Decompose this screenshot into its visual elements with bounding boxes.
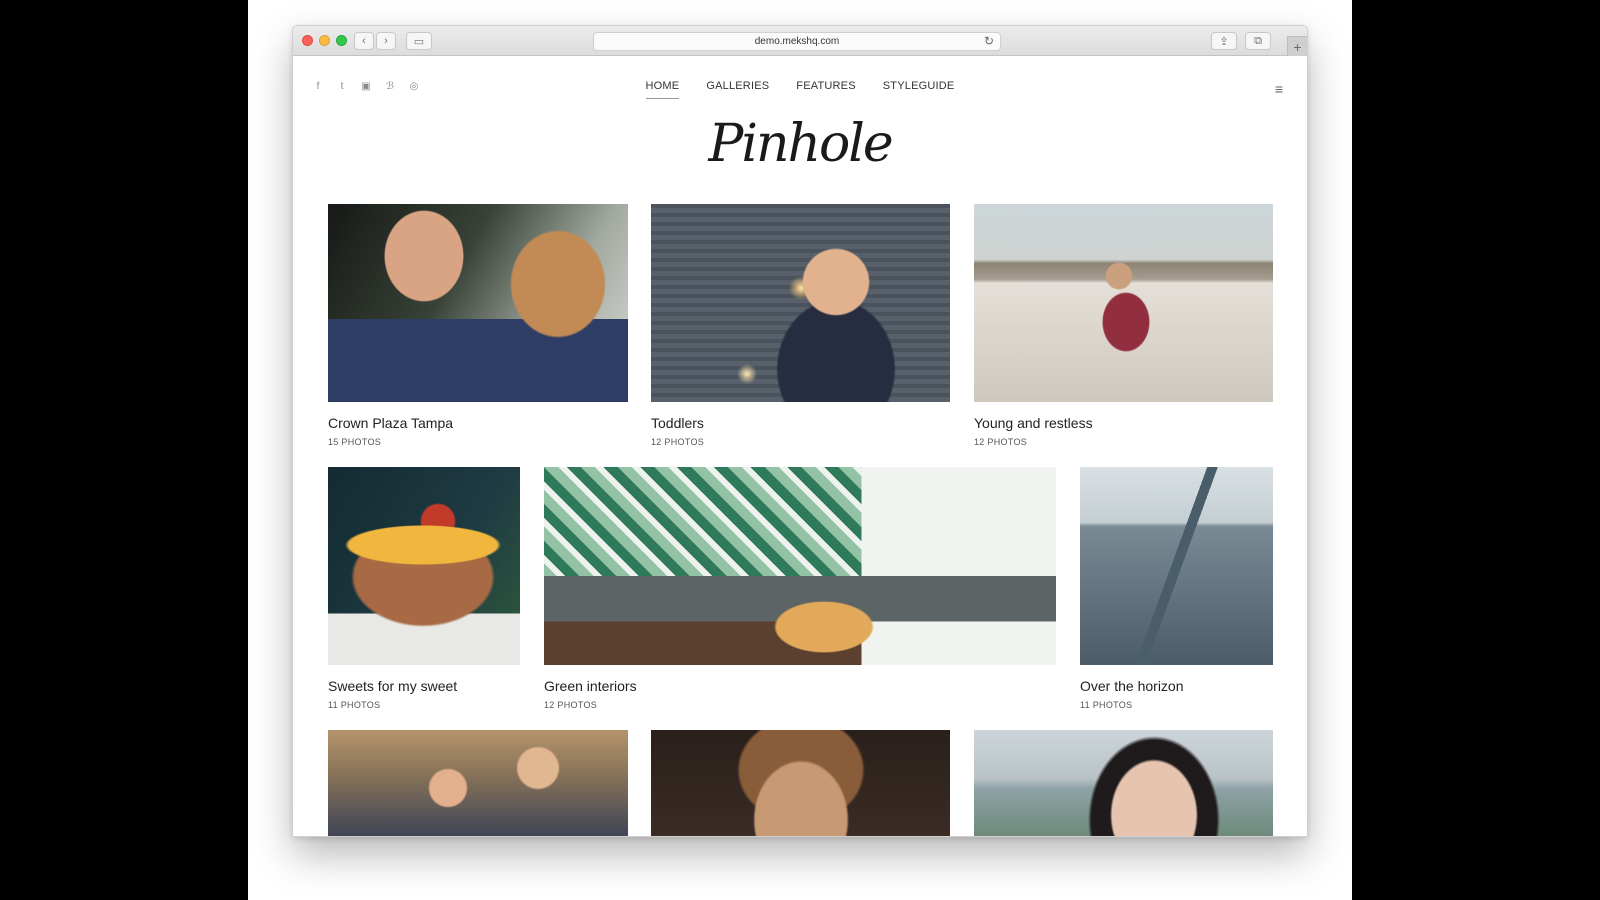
gallery-count: 11 PHOTOS (328, 700, 381, 710)
gallery-card[interactable]: Crown Plaza Tampa 15 PHOTOS (328, 204, 628, 447)
close-window-icon[interactable] (302, 35, 313, 46)
gallery-photo[interactable] (651, 204, 950, 402)
sidebar-icon: ▭ (413, 35, 425, 48)
nav-features[interactable]: FEATURES (796, 80, 855, 99)
gallery-photo[interactable] (328, 204, 628, 402)
tabs-button[interactable]: ⧉ (1245, 32, 1271, 50)
address-bar[interactable]: demo.mekshq.com ↻ (593, 32, 1001, 51)
nav-styleguide[interactable]: STYLEGUIDE (883, 80, 955, 99)
back-button[interactable]: ‹ (354, 32, 374, 50)
gallery-card[interactable] (651, 730, 950, 836)
main-nav: HOME GALLERIES FEATURES STYLEGUIDE (293, 80, 1307, 99)
forward-button[interactable]: › (376, 32, 396, 50)
gallery-count: 12 PHOTOS (544, 700, 598, 710)
browser-window: ‹ › ▭ demo.mekshq.com ↻ ⇪ ⧉ + f t ▣ ℬ ◎ … (292, 25, 1308, 837)
share-button[interactable]: ⇪ (1211, 32, 1237, 50)
gallery-photo[interactable] (328, 730, 628, 836)
gallery-photo[interactable] (651, 730, 950, 836)
reload-icon[interactable]: ↻ (984, 34, 994, 48)
new-tab-icon: + (1293, 38, 1302, 55)
gallery-card[interactable]: Toddlers 12 PHOTOS (651, 204, 950, 447)
back-icon: ‹ (362, 35, 366, 47)
window-controls (302, 35, 347, 46)
gallery-card[interactable] (974, 730, 1273, 836)
screen-background: ‹ › ▭ demo.mekshq.com ↻ ⇪ ⧉ + f t ▣ ℬ ◎ … (248, 0, 1352, 900)
gallery-count: 15 PHOTOS (328, 437, 382, 447)
gallery-card[interactable]: Sweets for my sweet 11 PHOTOS (328, 467, 520, 710)
gallery-photo[interactable] (544, 467, 1056, 665)
gallery-count: 12 PHOTOS (651, 437, 705, 447)
nav-home[interactable]: HOME (645, 80, 680, 99)
gallery-photo[interactable] (974, 204, 1273, 402)
url-text: demo.mekshq.com (754, 36, 840, 47)
tabs-icon: ⧉ (1254, 34, 1262, 47)
gallery-title[interactable]: Toddlers (651, 415, 950, 431)
website: f t ▣ ℬ ◎ HOME GALLERIES FEATURES STYLEG… (293, 56, 1307, 836)
gallery-count: 12 PHOTOS (974, 437, 1028, 447)
site-logo[interactable]: Pinhole (293, 114, 1307, 174)
menu-icon[interactable]: ≡ (1275, 81, 1283, 97)
gallery-title[interactable]: Green interiors (544, 678, 1056, 694)
share-icon: ⇪ (1219, 35, 1229, 48)
nav-galleries[interactable]: GALLERIES (706, 80, 769, 99)
browser-titlebar: ‹ › ▭ demo.mekshq.com ↻ ⇪ ⧉ + (293, 26, 1307, 56)
minimize-window-icon[interactable] (319, 35, 330, 46)
gallery-card[interactable] (328, 730, 628, 836)
zoom-window-icon[interactable] (336, 35, 347, 46)
gallery-photo[interactable] (328, 467, 520, 665)
sidebar-toggle-button[interactable]: ▭ (406, 32, 432, 50)
gallery-card[interactable]: Over the horizon 11 PHOTOS (1080, 467, 1273, 710)
gallery-card[interactable]: Green interiors 12 PHOTOS (544, 467, 1056, 710)
gallery-title[interactable]: Young and restless (974, 415, 1273, 431)
gallery-count: 11 PHOTOS (1080, 700, 1133, 710)
gallery-title[interactable]: Sweets for my sweet (328, 678, 520, 694)
gallery-title[interactable]: Crown Plaza Tampa (328, 415, 628, 431)
gallery-photo[interactable] (1080, 467, 1273, 665)
gallery-card[interactable]: Young and restless 12 PHOTOS (974, 204, 1273, 447)
forward-icon: › (384, 35, 388, 47)
new-tab-button[interactable]: + (1287, 36, 1307, 56)
gallery-photo[interactable] (974, 730, 1273, 836)
gallery-title[interactable]: Over the horizon (1080, 678, 1273, 694)
